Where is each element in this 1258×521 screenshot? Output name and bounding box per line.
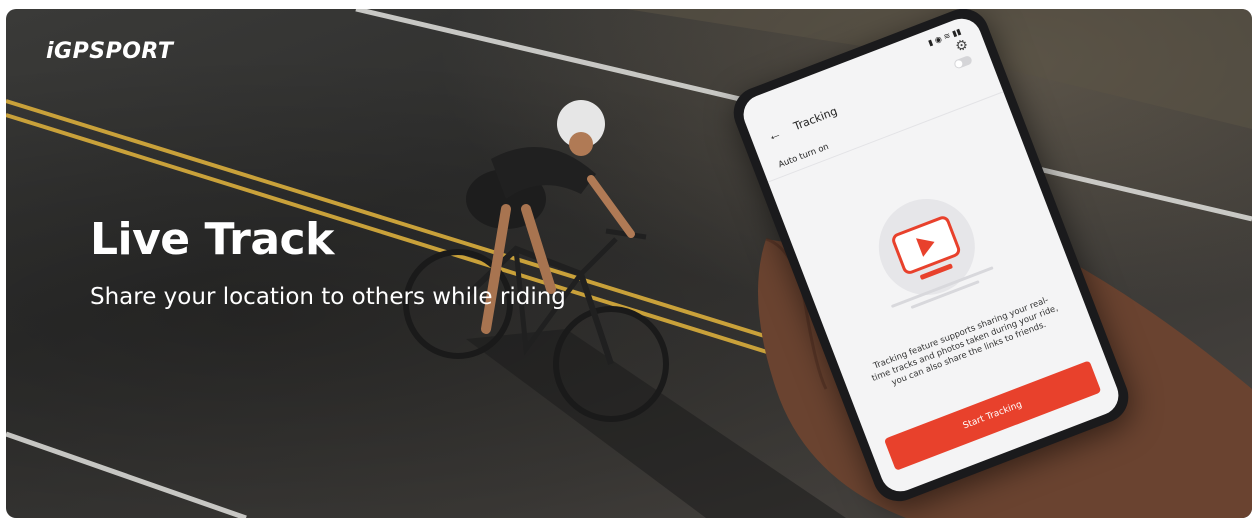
igpsport-logo: iGPSPORT	[46, 39, 174, 64]
hero-subtitle: Share your location to others while ridi…	[90, 284, 566, 310]
gear-icon[interactable]: ⚙	[953, 35, 971, 55]
auto-turn-on-toggle[interactable]	[953, 54, 974, 70]
screen-title: Tracking	[791, 104, 840, 134]
tracking-video-illustration	[878, 198, 994, 309]
back-arrow-icon[interactable]: ←	[765, 124, 784, 144]
hero-title: Live Track	[90, 214, 334, 265]
hero-banner: iGPSPORT Live Track Share your location …	[6, 9, 1252, 518]
